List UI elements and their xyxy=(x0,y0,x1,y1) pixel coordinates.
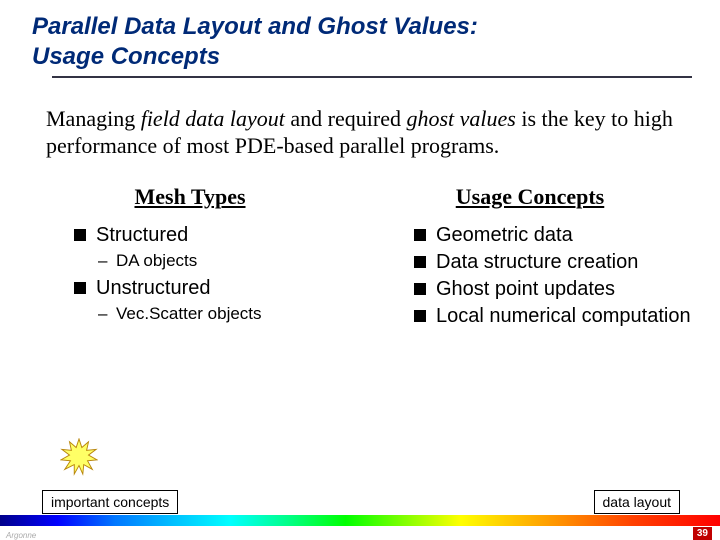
right-bullet-list: Geometric data Data structure creation G… xyxy=(360,224,700,328)
slide-title-line2: Usage Concepts xyxy=(32,42,692,72)
list-subitem: DA objects xyxy=(74,251,360,271)
left-column-heading: Mesh Types xyxy=(20,184,360,210)
list-subitem: Vec.Scatter objects xyxy=(74,304,360,324)
intro-paragraph: Managing field data layout and required … xyxy=(0,82,720,170)
intro-italic-1: field data layout xyxy=(141,106,285,131)
list-item: Unstructured xyxy=(74,277,360,300)
left-column: Mesh Types Structured DA objects Unstruc… xyxy=(20,184,360,332)
rainbow-bar xyxy=(0,515,720,526)
slide-title-line1: Parallel Data Layout and Ghost Values: xyxy=(32,12,692,42)
intro-text-1: Managing xyxy=(46,106,141,131)
page-number: 39 xyxy=(693,527,712,540)
starburst-icon xyxy=(60,438,98,476)
callout-left: important concepts xyxy=(42,490,178,514)
right-column: Usage Concepts Geometric data Data struc… xyxy=(360,184,700,332)
bullet-label: Unstructured xyxy=(96,277,211,299)
intro-italic-2: ghost values xyxy=(406,106,515,131)
left-bullet-list: Structured DA objects Unstructured Vec.S… xyxy=(20,224,360,324)
bullet-label: Structured xyxy=(96,224,188,246)
intro-text-2: and required xyxy=(285,106,407,131)
two-column-layout: Mesh Types Structured DA objects Unstruc… xyxy=(0,170,720,332)
list-item: Structured xyxy=(74,224,360,247)
list-item: Local numerical computation xyxy=(414,305,700,328)
callout-right: data layout xyxy=(594,490,681,514)
slide-title-block: Parallel Data Layout and Ghost Values: U… xyxy=(0,0,720,82)
right-column-heading: Usage Concepts xyxy=(360,184,700,210)
list-item: Geometric data xyxy=(414,224,700,247)
list-item: Ghost point updates xyxy=(414,278,700,301)
list-item: Data structure creation xyxy=(414,251,700,274)
title-underline xyxy=(52,76,692,78)
footer-logo-text: Argonne xyxy=(6,531,36,540)
